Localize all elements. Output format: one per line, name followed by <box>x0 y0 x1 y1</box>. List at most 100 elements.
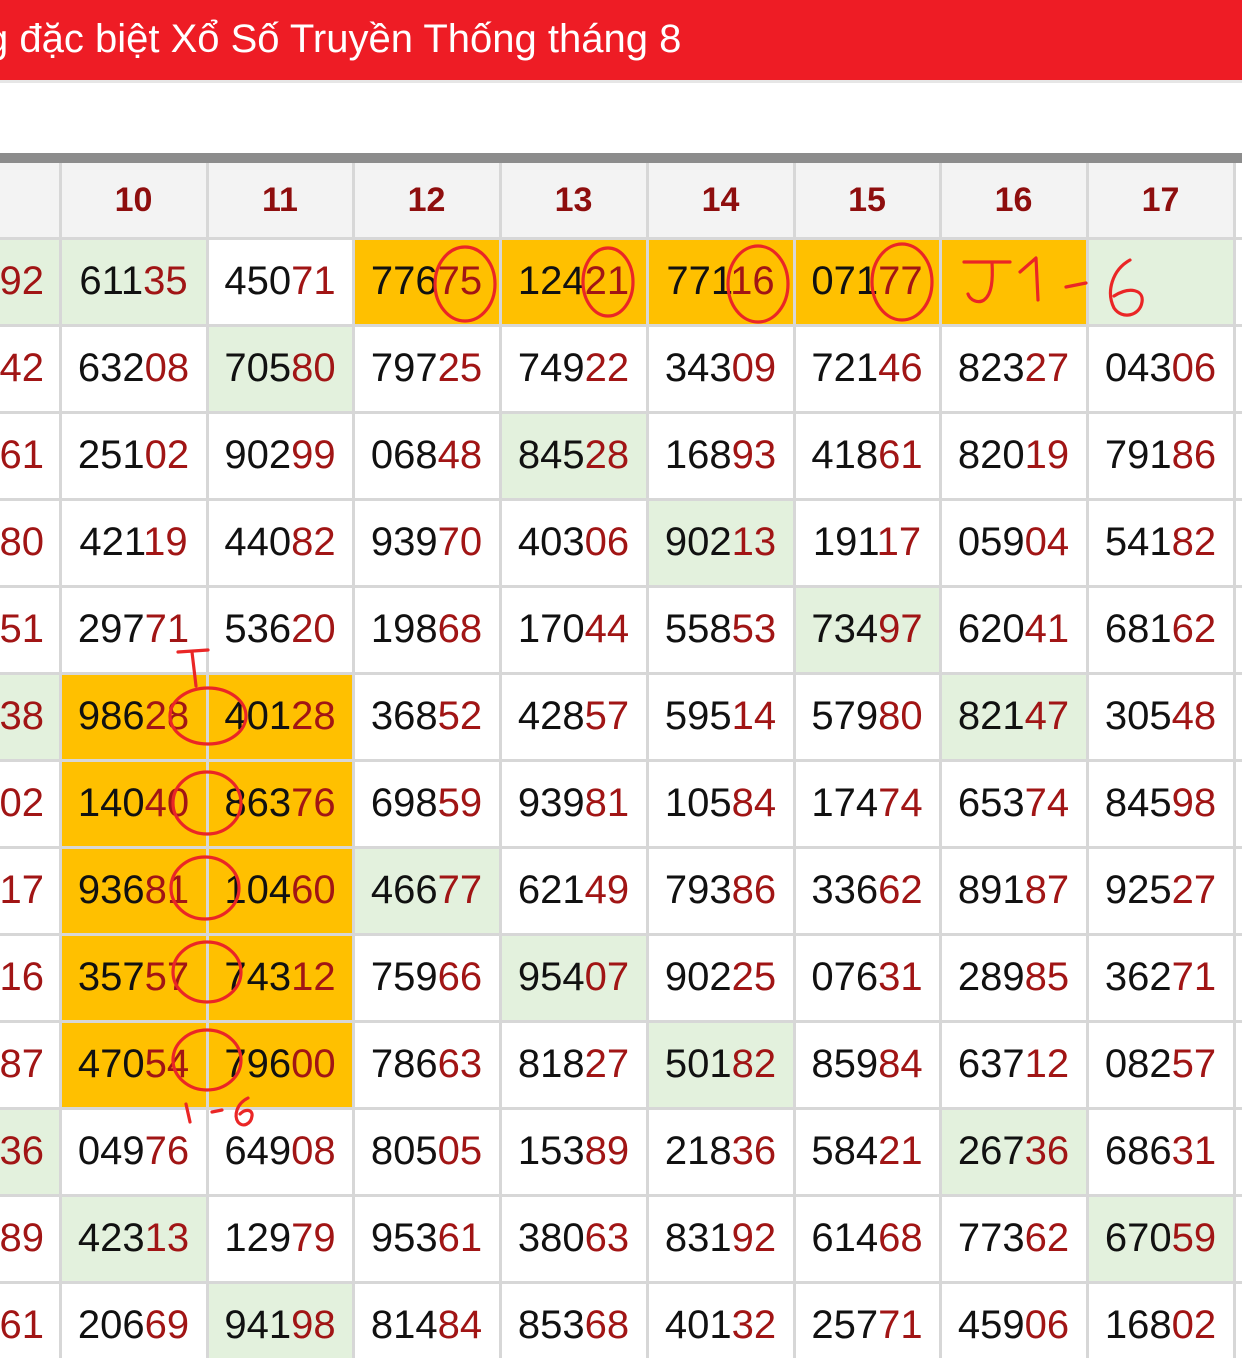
result-cell: 77116 <box>647 238 794 325</box>
number-tail-digits: 76 <box>144 1129 190 1173</box>
number-tail-digits: 17 <box>0 868 44 912</box>
number-prefix: 421 <box>79 520 144 564</box>
result-cell: 68631 <box>1087 1108 1234 1195</box>
number-prefix: 614 <box>811 1216 879 1260</box>
number-prefix: 584 <box>811 1129 879 1173</box>
result-cell: 93981 <box>500 760 647 847</box>
number-tail-digits: 84 <box>878 1042 923 1086</box>
number-tail-digits: 27 <box>1024 346 1070 390</box>
result-cell: 74922 <box>500 325 647 412</box>
grid-line <box>0 324 1242 327</box>
result-cell: 82327 <box>940 325 1087 412</box>
number-prefix: 305 <box>1104 694 1172 738</box>
number-tail-digits: 87 <box>1024 868 1070 912</box>
number-tail-digits: 84 <box>437 1303 483 1347</box>
column-header: 15 <box>794 163 940 238</box>
result-cell: 57980 <box>794 673 940 760</box>
result-cell: 80 <box>0 499 60 586</box>
number-prefix: 579 <box>811 694 879 738</box>
number-prefix: 501 <box>664 1042 732 1086</box>
number-prefix: 206 <box>77 1303 145 1347</box>
number-tail-digits: 62 <box>1024 1216 1070 1260</box>
result-cell: 47054 <box>60 1021 207 1108</box>
number-prefix: 821 <box>957 694 1025 738</box>
number-tail-digits: 25 <box>437 346 483 390</box>
number-tail-digits: 85 <box>1024 955 1070 999</box>
result-cell: 42857 <box>500 673 647 760</box>
number-tail-digits: 42 <box>0 346 44 390</box>
number-tail-digits: 80 <box>291 346 336 390</box>
result-cell: 28985 <box>940 934 1087 1021</box>
number-prefix: 076 <box>811 955 879 999</box>
grid-line <box>0 672 1242 675</box>
number-tail-digits: 36 <box>731 1129 777 1173</box>
number-prefix: 380 <box>517 1216 585 1260</box>
number-prefix: 129 <box>224 1216 292 1260</box>
number-tail-digits: 62 <box>878 868 923 912</box>
number-tail-digits: 06 <box>584 520 630 564</box>
number-tail-digits: 99 <box>291 433 336 477</box>
number-tail-digits: 77 <box>878 259 923 303</box>
number-prefix: 251 <box>77 433 145 477</box>
number-tail-digits: 89 <box>584 1129 630 1173</box>
number-prefix: 403 <box>517 520 585 564</box>
number-tail-digits: 46 <box>878 346 923 390</box>
number-tail-digits: 07 <box>584 955 630 999</box>
result-cell: 64908 <box>207 1108 353 1195</box>
result-cell: 61468 <box>794 1195 940 1282</box>
number-tail-digits: 21 <box>584 259 630 303</box>
number-prefix: 670 <box>1104 1216 1172 1260</box>
result-cell: 85368 <box>500 1282 647 1358</box>
number-prefix: 153 <box>517 1129 585 1173</box>
number-tail-digits: 80 <box>0 520 44 564</box>
number-prefix: 611 <box>79 259 144 303</box>
grid-line <box>0 759 1242 762</box>
number-prefix: 071 <box>811 259 879 303</box>
number-tail-digits: 48 <box>1171 694 1217 738</box>
number-prefix: 936 <box>77 868 145 912</box>
number-prefix: 845 <box>517 433 585 477</box>
number-prefix: 649 <box>224 1129 292 1173</box>
result-cell: 08257 <box>1087 1021 1234 1108</box>
number-prefix: 902 <box>224 433 292 477</box>
result-cell: 55853 <box>647 586 794 673</box>
number-prefix: 831 <box>664 1216 732 1260</box>
result-cell: 36852 <box>353 673 500 760</box>
column-header: 14 <box>647 163 794 238</box>
grid-line <box>0 237 1242 240</box>
title-divider <box>0 80 1242 83</box>
number-tail-digits: 02 <box>0 781 44 825</box>
number-tail-digits: 68 <box>437 607 483 651</box>
result-cell: 89 <box>0 1195 60 1282</box>
result-cell: 20669 <box>60 1282 207 1358</box>
grid-line <box>0 411 1242 414</box>
number-prefix: 791 <box>1104 433 1172 477</box>
result-cell: 42 <box>0 325 60 412</box>
number-prefix: 681 <box>1104 607 1172 651</box>
number-prefix: 793 <box>664 868 732 912</box>
number-tail-digits: 09 <box>731 346 777 390</box>
result-cell: 07631 <box>794 934 940 1021</box>
number-prefix: 721 <box>811 346 879 390</box>
title-bar: g đặc biệt Xổ Số Truyền Thống tháng 8 <box>0 0 1242 80</box>
number-prefix: 637 <box>957 1042 1025 1086</box>
number-tail-digits: 52 <box>437 694 483 738</box>
result-cell: 62041 <box>940 586 1087 673</box>
number-prefix: 257 <box>811 1303 879 1347</box>
number-prefix: 168 <box>1104 1303 1172 1347</box>
number-prefix: 466 <box>370 868 438 912</box>
number-tail-digits: 71 <box>144 607 190 651</box>
number-tail-digits: 06 <box>1171 346 1217 390</box>
result-cell: 50182 <box>647 1021 794 1108</box>
number-tail-digits: 57 <box>584 694 630 738</box>
result-cell: 79600 <box>207 1021 353 1108</box>
result-cell: 54182 <box>1087 499 1234 586</box>
result-cell: 10460 <box>207 847 353 934</box>
result-cell: 38063 <box>500 1195 647 1282</box>
result-cell: 95407 <box>500 934 647 1021</box>
number-tail-digits: 80 <box>878 694 923 738</box>
number-prefix: 168 <box>664 433 732 477</box>
number-prefix: 418 <box>811 433 879 477</box>
number-tail-digits: 41 <box>1024 607 1070 651</box>
result-cell: 04306 <box>1087 325 1234 412</box>
